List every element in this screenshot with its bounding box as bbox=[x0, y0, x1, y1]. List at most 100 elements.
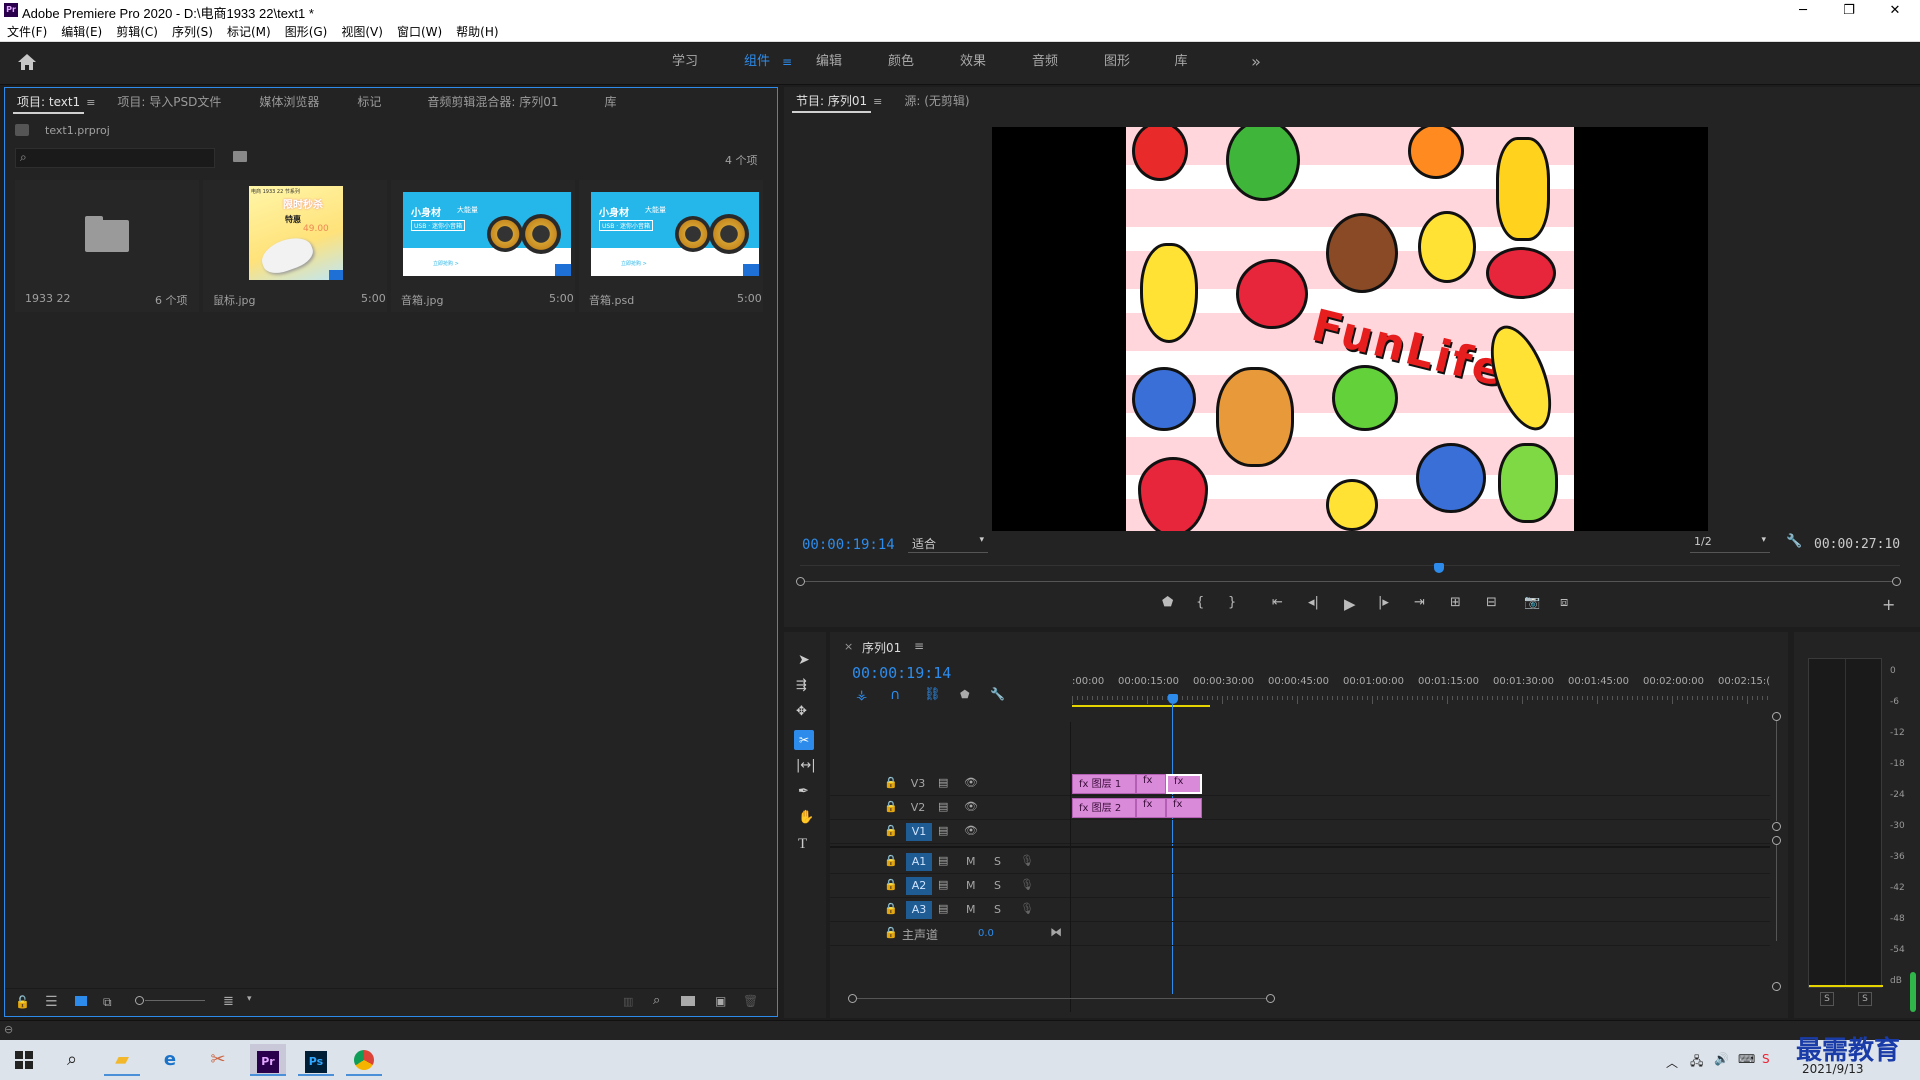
new-item-icon[interactable]: ▣ bbox=[715, 994, 726, 1008]
volume-icon[interactable]: 🔊 bbox=[1714, 1052, 1729, 1066]
sync-lock-icon[interactable]: ▤ bbox=[938, 902, 948, 915]
menu-file[interactable]: 文件(F) bbox=[0, 22, 54, 42]
home-icon[interactable] bbox=[16, 52, 38, 72]
workspace-effects[interactable]: 效果 bbox=[948, 43, 998, 81]
timeline-horizontal-scrollbar[interactable] bbox=[857, 998, 1267, 999]
timeline-zoom-handle-left[interactable] bbox=[848, 994, 857, 1003]
solo-right-button[interactable]: S bbox=[1858, 992, 1872, 1006]
lock-track-icon[interactable]: 🔒 bbox=[884, 776, 898, 789]
workspace-color[interactable]: 颜色 bbox=[876, 43, 926, 81]
new-bin-icon[interactable] bbox=[681, 996, 695, 1006]
photoshop-taskbar-icon[interactable]: Ps bbox=[298, 1044, 334, 1076]
project-item-speaker-psd[interactable]: 小身材 大能量 USB · 迷你小音箱 立即抢购 > 音箱.psd 5:00 bbox=[579, 180, 763, 312]
program-video-frame[interactable]: FunLife bbox=[992, 127, 1708, 531]
timeline-playhead-handle[interactable] bbox=[1168, 694, 1178, 704]
menu-edit[interactable]: 编辑(E) bbox=[54, 22, 109, 42]
file-explorer-icon[interactable]: ▰ bbox=[104, 1044, 140, 1076]
edge-browser-icon[interactable]: e bbox=[152, 1044, 188, 1076]
timeline-timecode[interactable]: 00:00:19:14 bbox=[852, 664, 951, 682]
track-select-tool-icon[interactable]: ⇶ bbox=[796, 678, 807, 693]
step-back-icon[interactable]: ◂| bbox=[1308, 595, 1319, 610]
list-view-icon[interactable]: ☰ bbox=[45, 994, 58, 1010]
sync-lock-icon[interactable]: ▤ bbox=[938, 800, 948, 813]
clip-layer2[interactable]: fx 图层 2 bbox=[1072, 798, 1136, 818]
fit-dropdown[interactable]: 适合 ▾ bbox=[908, 535, 988, 553]
wrench-icon[interactable]: 🔧 bbox=[1786, 534, 1802, 549]
audio-scroll-handle-bottom[interactable] bbox=[1772, 982, 1781, 991]
selection-tool-icon[interactable]: ➤ bbox=[798, 652, 810, 668]
workspace-libraries[interactable]: 库 bbox=[1156, 43, 1206, 81]
clip-layer1[interactable]: fx 图层 1 bbox=[1072, 774, 1136, 794]
solo-left-button[interactable]: S bbox=[1820, 992, 1834, 1006]
project-item-speaker-jpg[interactable]: 小身材 大能量 USB · 迷你小音箱 立即抢购 > 音箱.jpg 5:00 bbox=[391, 180, 575, 312]
menu-help[interactable]: 帮助(H) bbox=[449, 22, 505, 42]
taskbar-search-icon[interactable]: ⌕ bbox=[54, 1044, 90, 1076]
track-target-v2[interactable]: V2 bbox=[908, 801, 928, 815]
video-scroll-handle-bottom[interactable] bbox=[1772, 822, 1781, 831]
track-target-a3[interactable]: A3 bbox=[906, 901, 932, 919]
close-sequence-icon[interactable]: × bbox=[844, 640, 853, 653]
snipping-tool-icon[interactable]: ✂ bbox=[200, 1044, 236, 1076]
menu-window[interactable]: 窗口(W) bbox=[390, 22, 449, 42]
sogou-icon[interactable]: S bbox=[1762, 1052, 1770, 1066]
step-forward-icon[interactable]: |▸ bbox=[1378, 595, 1389, 610]
new-bin-from-search-icon[interactable] bbox=[233, 151, 247, 162]
timeline-zoom-handle-right[interactable] bbox=[1266, 994, 1275, 1003]
sync-lock-icon[interactable]: ▤ bbox=[938, 878, 948, 891]
minimize-button[interactable]: ─ bbox=[1780, 0, 1826, 22]
track-target-a2[interactable]: A2 bbox=[906, 877, 932, 895]
sync-lock-icon[interactable]: ▤ bbox=[938, 776, 948, 789]
export-frame-icon[interactable]: 📷 bbox=[1524, 595, 1540, 610]
go-to-out-icon[interactable]: ⇥ bbox=[1414, 595, 1425, 610]
master-volume-value[interactable]: 0.0 bbox=[978, 928, 994, 939]
workspace-menu-icon[interactable]: ≡ bbox=[782, 55, 792, 69]
voiceover-mic-icon[interactable]: 🎙 bbox=[1020, 854, 1034, 867]
menu-sequence[interactable]: 序列(S) bbox=[165, 22, 220, 42]
network-icon[interactable]: 🖧 bbox=[1690, 1052, 1703, 1073]
ripple-edit-tool-icon[interactable]: ✥ bbox=[796, 704, 807, 719]
workspace-assembly[interactable]: 组件 bbox=[732, 43, 782, 81]
program-current-timecode[interactable]: 00:00:19:14 bbox=[802, 537, 895, 553]
lock-icon[interactable]: 🔓 bbox=[15, 995, 30, 1009]
mark-in-icon[interactable]: { bbox=[1196, 595, 1204, 610]
solo-button[interactable]: S bbox=[994, 855, 1001, 868]
voiceover-mic-icon[interactable]: 🎙 bbox=[1020, 878, 1034, 891]
clip-layer2-b[interactable]: fx bbox=[1136, 798, 1166, 818]
timeline-ruler[interactable]: :00:00 00:00:15:00 00:00:30:00 00:00:45:… bbox=[1072, 676, 1770, 710]
menu-markers[interactable]: 标记(M) bbox=[220, 22, 278, 42]
project-item-mouse-jpg[interactable]: 电商 1933 22 节系列 限时秒杀 特惠 49.00 鼠标.jpg 5:00 bbox=[203, 180, 387, 312]
tray-chevron-icon[interactable]: ︿ bbox=[1666, 1054, 1678, 1071]
solo-button[interactable]: S bbox=[994, 903, 1001, 916]
tab-audio-clip-mixer[interactable]: 音频剪辑混合器: 序列01 bbox=[415, 88, 570, 116]
tab-program-sequence[interactable]: 节目: 序列01 bbox=[784, 87, 879, 115]
comparison-view-icon[interactable]: ⧈ bbox=[1560, 595, 1568, 610]
extract-icon[interactable]: ⊟ bbox=[1486, 595, 1497, 610]
close-button[interactable]: ✕ bbox=[1872, 0, 1918, 22]
program-playhead[interactable] bbox=[1434, 563, 1444, 573]
add-marker-icon[interactable]: ⬟ bbox=[1162, 595, 1173, 610]
mute-button[interactable]: M bbox=[966, 855, 976, 868]
automate-to-sequence-icon[interactable]: ▥ bbox=[623, 995, 633, 1008]
workspace-overflow-button[interactable]: » bbox=[1244, 43, 1268, 81]
tab-source[interactable]: 源: (无剪辑) bbox=[892, 87, 981, 115]
button-editor-icon[interactable]: + bbox=[1882, 595, 1895, 614]
lock-track-icon[interactable]: 🔒 bbox=[884, 926, 898, 939]
eye-icon[interactable]: 👁 bbox=[964, 824, 978, 837]
workspace-graphics[interactable]: 图形 bbox=[1092, 43, 1142, 81]
workspace-editing[interactable]: 编辑 bbox=[804, 43, 854, 81]
resolution-dropdown[interactable]: 1/2 ▾ bbox=[1690, 535, 1770, 553]
razor-tool-icon[interactable]: ✂ bbox=[794, 730, 814, 750]
menu-view[interactable]: 视图(V) bbox=[334, 22, 390, 42]
slip-tool-icon[interactable]: |↔| bbox=[796, 758, 816, 773]
timeline-settings-wrench-icon[interactable]: 🔧 bbox=[990, 687, 1005, 701]
eye-icon[interactable]: 👁 bbox=[964, 800, 978, 813]
track-target-v1[interactable]: V1 bbox=[906, 823, 932, 841]
sync-lock-icon[interactable]: ▤ bbox=[938, 824, 948, 837]
track-target-v3[interactable]: V3 bbox=[908, 777, 928, 791]
windows-start-icon[interactable] bbox=[6, 1044, 42, 1076]
workspace-audio[interactable]: 音频 bbox=[1020, 43, 1070, 81]
tab-markers[interactable]: 标记 bbox=[345, 88, 393, 116]
lock-track-icon[interactable]: 🔒 bbox=[884, 878, 898, 891]
zoom-slider-handle[interactable] bbox=[135, 996, 144, 1005]
lift-icon[interactable]: ⊞ bbox=[1450, 595, 1461, 610]
